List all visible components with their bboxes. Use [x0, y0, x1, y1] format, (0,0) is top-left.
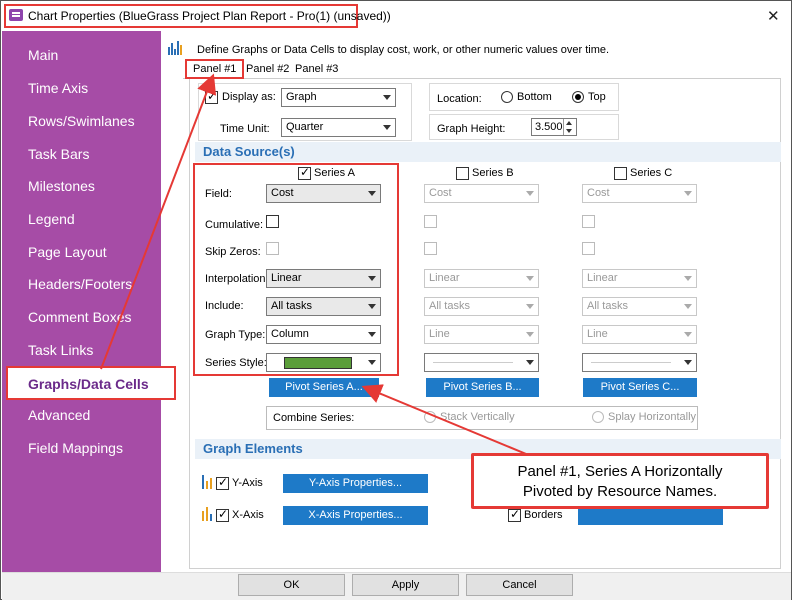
callout-text: Panel #1, Series A Horizontally Pivoted …	[474, 462, 766, 502]
annotation-callout: Panel #1, Series A Horizontally Pivoted …	[471, 453, 769, 509]
cancel-button[interactable]: Cancel	[466, 574, 573, 596]
arrow-sidebar-to-tab	[100, 73, 217, 370]
apply-button[interactable]: Apply	[352, 574, 459, 596]
annotation-arrows	[100, 73, 532, 457]
chart-properties-dialog: Chart Properties (BlueGrass Project Plan…	[0, 0, 792, 600]
ok-button[interactable]: OK	[238, 574, 345, 596]
arrow-callout-to-pivot	[361, 384, 532, 457]
callout-line-1: Panel #1, Series A Horizontally	[517, 463, 723, 480]
callout-line-2: Pivoted by Resource Names.	[522, 483, 718, 500]
